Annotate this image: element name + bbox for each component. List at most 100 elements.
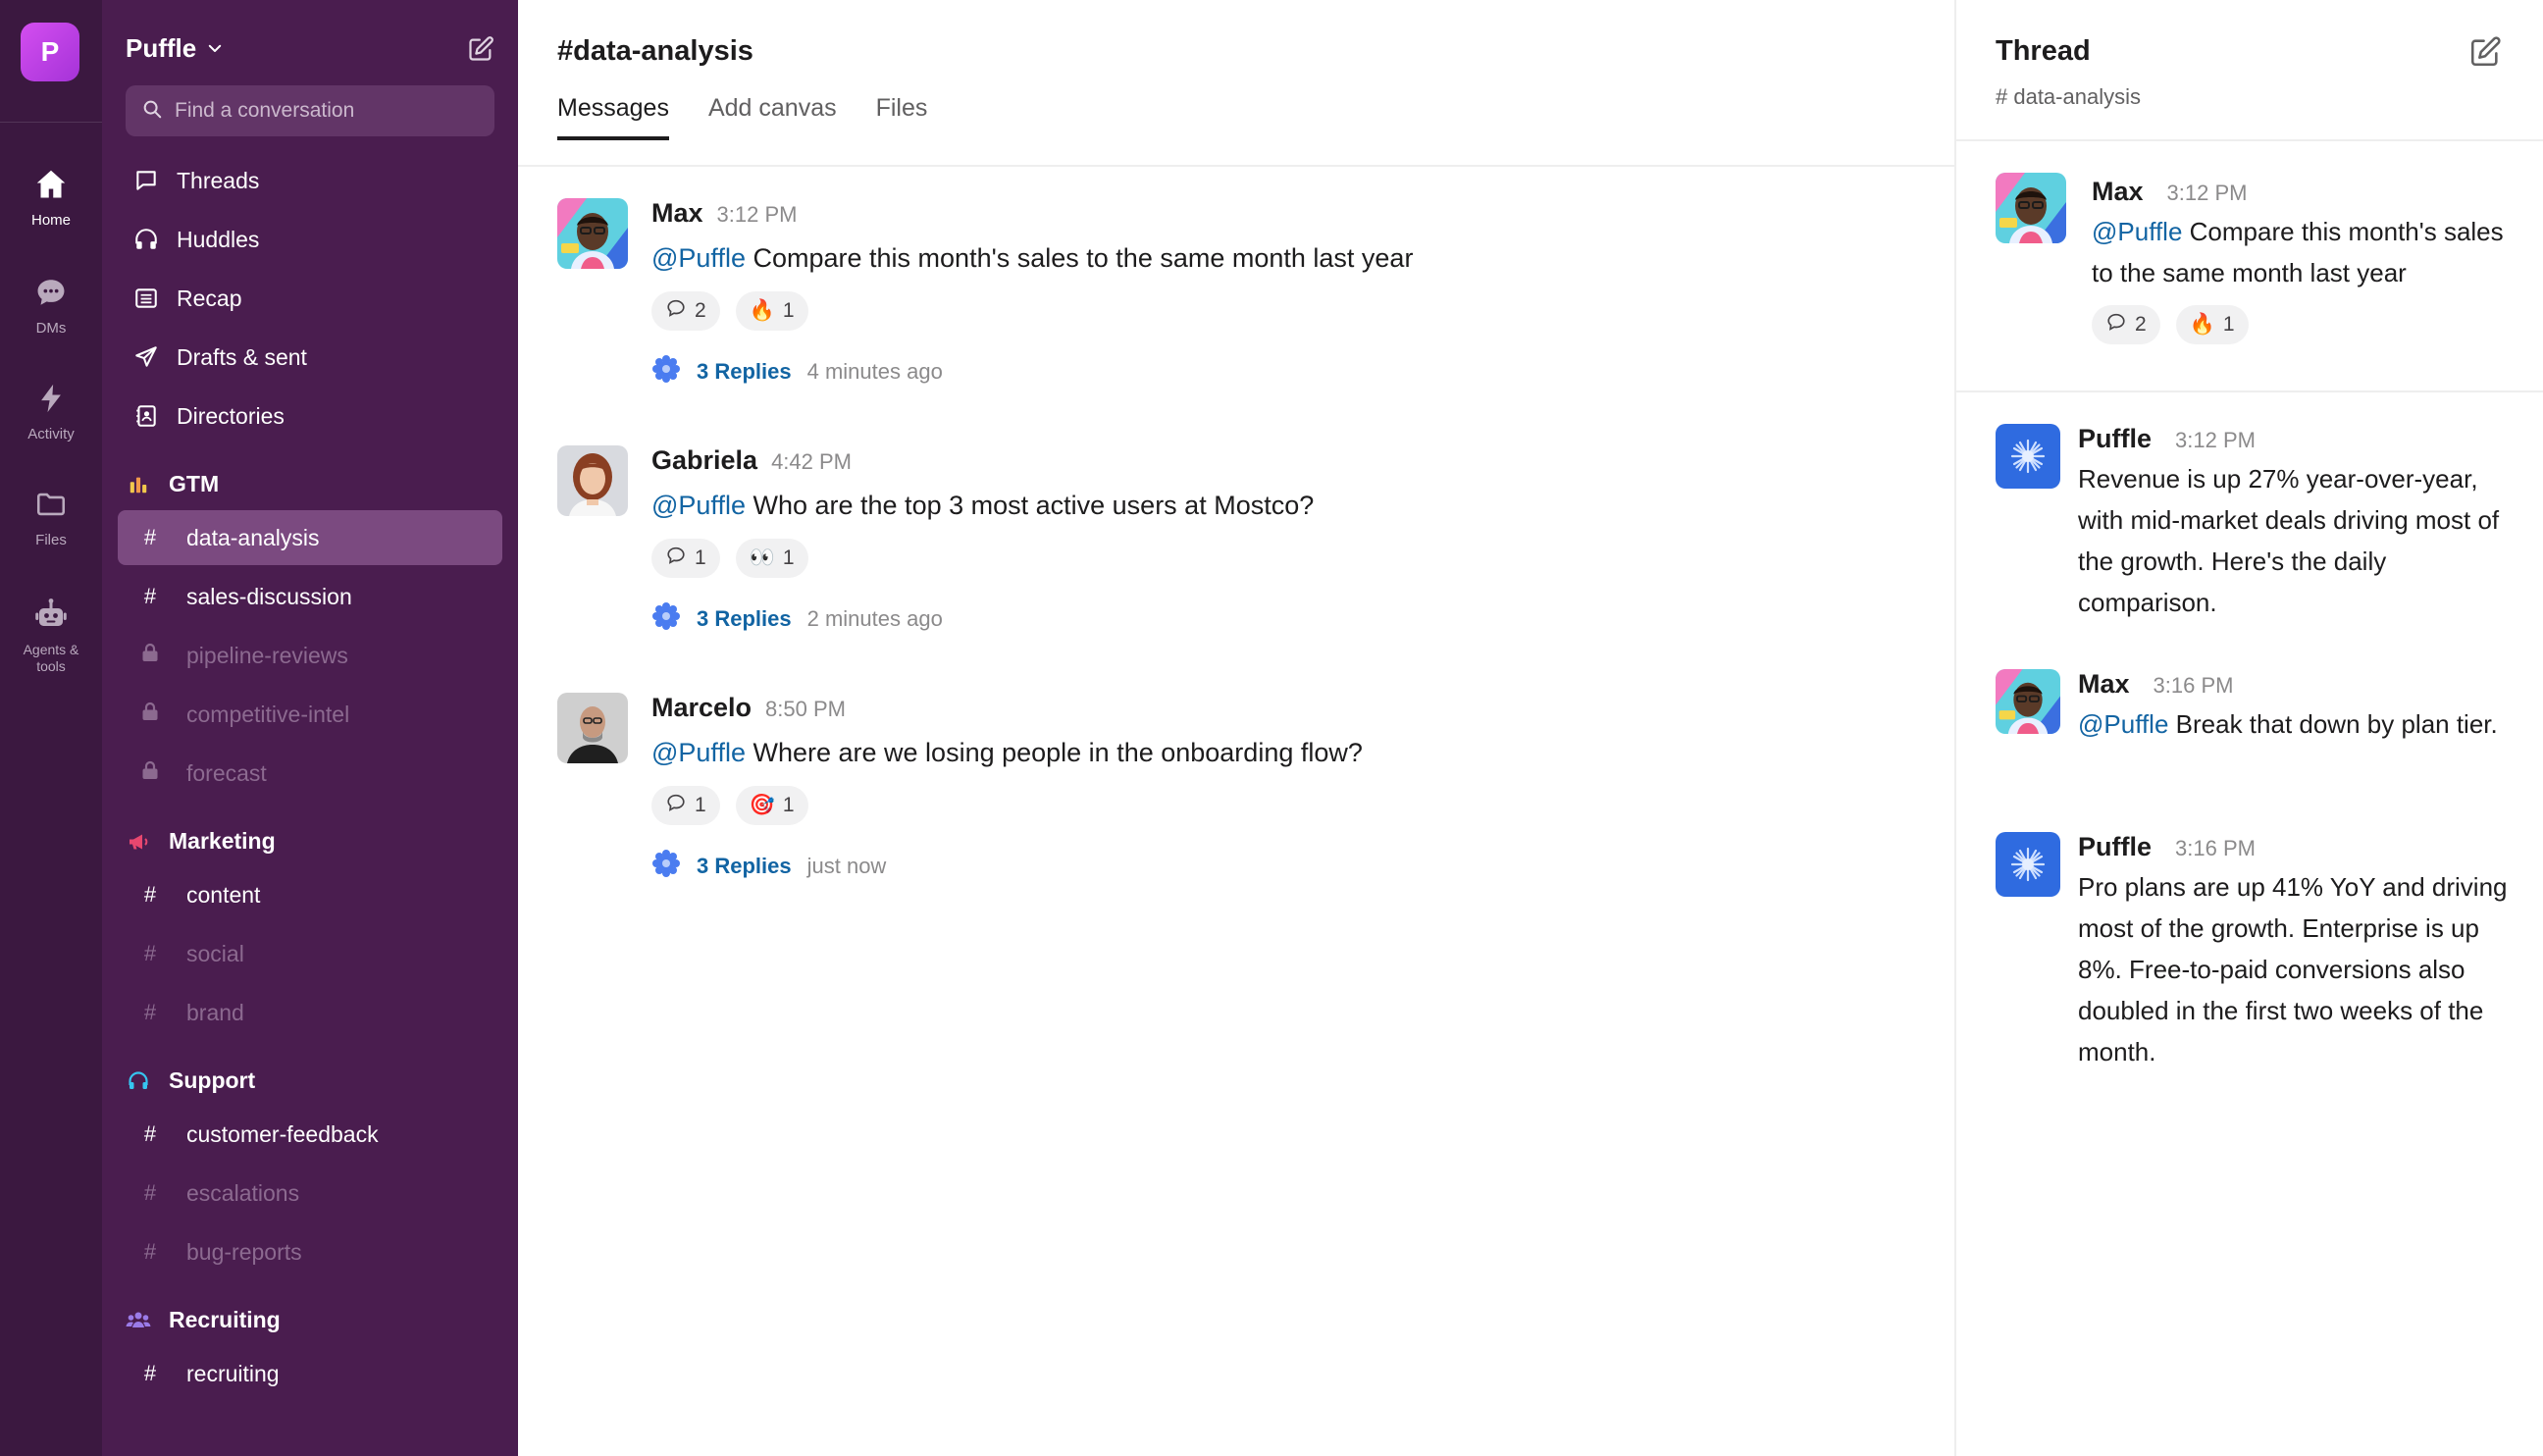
message-author[interactable]: Marcelo xyxy=(651,693,752,723)
reaction-pill[interactable]: 🎯 1 xyxy=(735,786,808,825)
message-time[interactable]: 3:16 PM xyxy=(2154,673,2234,699)
nav-label: Drafts & sent xyxy=(177,343,307,370)
reply-count-pill[interactable]: 2 xyxy=(2092,305,2160,344)
reply-count-pill[interactable]: 1 xyxy=(651,539,720,578)
reaction-count: 2 xyxy=(695,299,706,322)
message-author[interactable]: Max xyxy=(2092,177,2144,207)
nav-huddles[interactable]: Huddles xyxy=(131,220,259,259)
hash-icon: # xyxy=(143,1239,157,1264)
avatar-max[interactable] xyxy=(557,198,628,269)
reply-count-pill[interactable]: 2 xyxy=(651,291,720,331)
nav-recap[interactable]: Recap xyxy=(131,279,241,318)
workspace-avatar[interactable]: P xyxy=(21,23,79,81)
puffle-icon xyxy=(651,601,681,637)
nav-label: Threads xyxy=(177,167,260,193)
thread-panel: Thread # data-analysis Max 3:12 PM @Puff… xyxy=(1954,0,2543,1456)
message-time[interactable]: 4:42 PM xyxy=(771,449,852,475)
reaction-count: 1 xyxy=(2222,313,2235,336)
avatar-max[interactable] xyxy=(1996,173,2066,243)
channel-label: escalations xyxy=(186,1179,300,1206)
nav-directories[interactable]: Directories xyxy=(131,396,285,436)
channel-bug-reports[interactable]: # bug-reports xyxy=(118,1224,502,1279)
tab-add-canvas[interactable]: Add canvas xyxy=(708,94,837,140)
section-gtm[interactable]: GTM xyxy=(126,471,219,497)
reply-count-pill[interactable]: 1 xyxy=(651,786,720,825)
rail-divider xyxy=(0,122,102,123)
channel-social[interactable]: # social xyxy=(118,926,502,981)
message-author[interactable]: Max xyxy=(2078,669,2130,700)
rail-agents[interactable]: Agents & tools xyxy=(0,595,102,675)
edit-icon[interactable] xyxy=(2468,35,2504,71)
section-recruiting[interactable]: Recruiting xyxy=(126,1307,281,1333)
message-time[interactable]: 3:12 PM xyxy=(2167,181,2248,206)
reaction-pill[interactable]: 🔥 1 xyxy=(2175,305,2249,344)
channel-sales-discussion[interactable]: # sales-discussion xyxy=(118,569,502,624)
search-input[interactable]: Find a conversation xyxy=(126,85,494,136)
thread-replies[interactable]: 3 Replies 2 minutes ago xyxy=(651,601,1888,637)
message-time[interactable]: 8:50 PM xyxy=(765,697,846,722)
mention-link[interactable]: @Puffle xyxy=(651,491,746,520)
nav-label: Huddles xyxy=(177,226,260,252)
channel-forecast[interactable]: forecast xyxy=(118,746,502,801)
bar-chart-icon xyxy=(126,472,151,497)
channel-recruiting[interactable]: # recruiting xyxy=(118,1346,502,1401)
channel-data-analysis[interactable]: # data-analysis xyxy=(118,510,502,565)
mention-link[interactable]: @Puffle xyxy=(2092,217,2182,246)
message-text: @Puffle Compare this month's sales to th… xyxy=(2092,211,2523,293)
message-author[interactable]: Puffle xyxy=(2078,832,2152,862)
section-support[interactable]: Support xyxy=(126,1067,255,1094)
rail-activity[interactable]: Activity xyxy=(0,379,102,442)
nav-threads[interactable]: Threads xyxy=(131,161,259,200)
hash-icon: # xyxy=(143,882,157,907)
message-content: Break that down by plan tier. xyxy=(2175,709,2498,739)
tab-files[interactable]: Files xyxy=(876,94,928,140)
puffle-icon xyxy=(651,849,681,884)
tab-messages[interactable]: Messages xyxy=(557,94,669,140)
reaction-pill[interactable]: 🔥 1 xyxy=(735,291,808,331)
avatar-puffle[interactable] xyxy=(1996,424,2060,489)
reply-count[interactable]: 3 Replies xyxy=(697,854,792,879)
robot-icon xyxy=(31,595,71,634)
channel-escalations[interactable]: # escalations xyxy=(118,1166,502,1221)
comment-icon xyxy=(665,297,687,325)
mention-link[interactable]: @Puffle xyxy=(651,738,746,767)
compose-icon[interactable] xyxy=(467,35,496,65)
reaction-pill[interactable]: 👀 1 xyxy=(735,539,808,578)
avatar-max[interactable] xyxy=(1996,669,2060,734)
puffle-icon xyxy=(651,354,681,390)
rail-home[interactable]: Home xyxy=(0,165,102,229)
thread-channel-link[interactable]: # data-analysis xyxy=(1996,84,2141,110)
rail-files[interactable]: Files xyxy=(0,485,102,548)
message-author[interactable]: Puffle xyxy=(2078,424,2152,454)
channel-brand[interactable]: # brand xyxy=(118,985,502,1040)
reply-count[interactable]: 3 Replies xyxy=(697,606,792,632)
workspace-name[interactable]: Puffle xyxy=(126,33,224,64)
message-content: Revenue is up 27% year-over-year, with m… xyxy=(2078,464,2500,617)
thread-replies[interactable]: 3 Replies 4 minutes ago xyxy=(651,354,1888,390)
avatar-marcelo[interactable] xyxy=(557,693,628,763)
sidebar: Puffle Find a conversation Threads Huddl… xyxy=(102,0,518,1456)
message-author[interactable]: Max xyxy=(651,198,703,229)
message-time[interactable]: 3:12 PM xyxy=(2175,428,2256,453)
section-marketing[interactable]: Marketing xyxy=(126,828,276,855)
message-time[interactable]: 3:12 PM xyxy=(717,202,798,228)
message-author[interactable]: Gabriela xyxy=(651,445,757,476)
avatar-gabriela[interactable] xyxy=(557,445,628,516)
channel-content[interactable]: # content xyxy=(118,867,502,922)
channel-customer-feedback[interactable]: # customer-feedback xyxy=(118,1107,502,1162)
mention-link[interactable]: @Puffle xyxy=(651,243,746,273)
chevron-down-icon xyxy=(206,33,224,64)
section-label: Marketing xyxy=(169,828,276,854)
nav-drafts-sent[interactable]: Drafts & sent xyxy=(131,338,307,377)
mention-link[interactable]: @Puffle xyxy=(2078,709,2168,739)
avatar-puffle[interactable] xyxy=(1996,832,2060,897)
directory-icon xyxy=(131,401,161,431)
reactions: 2 🔥 1 xyxy=(2092,305,2523,344)
message-text: @Puffle Break that down by plan tier. xyxy=(2078,703,2525,745)
thread-replies[interactable]: 3 Replies just now xyxy=(651,849,1888,884)
channel-competitive-intel[interactable]: competitive-intel xyxy=(118,687,502,742)
channel-pipeline-reviews[interactable]: pipeline-reviews xyxy=(118,628,502,683)
rail-dms[interactable]: DMs xyxy=(0,273,102,337)
reply-count[interactable]: 3 Replies xyxy=(697,359,792,385)
message-time[interactable]: 3:16 PM xyxy=(2175,836,2256,861)
